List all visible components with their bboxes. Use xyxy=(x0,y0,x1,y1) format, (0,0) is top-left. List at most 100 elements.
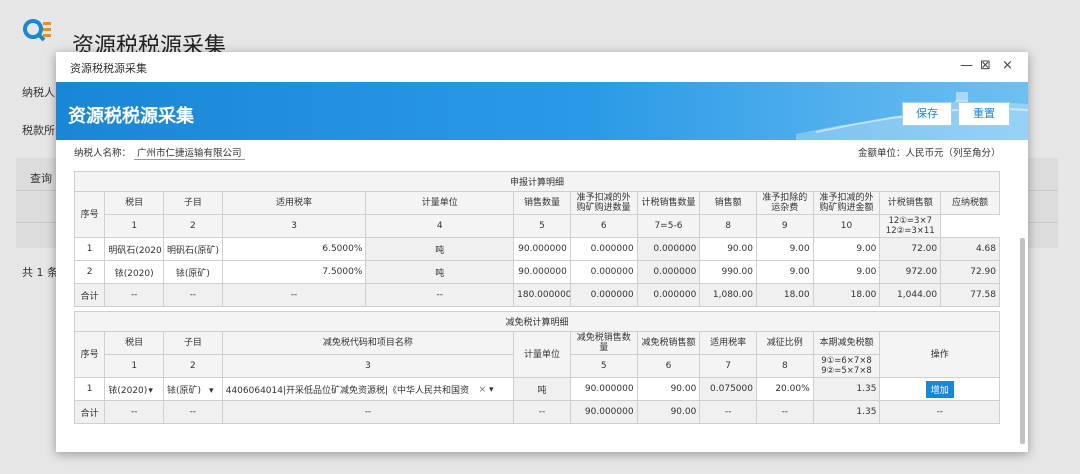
item-select-value: 铱(2020) xyxy=(108,385,148,396)
col-index: 9①=6×7×8 9②=5×7×8 xyxy=(812,354,881,378)
cell: 77.58 xyxy=(940,283,1000,307)
col-index: 5 xyxy=(513,214,571,238)
dialog-title: 资源税税源采集 xyxy=(70,62,147,75)
exempt-section-row: 减免税计算明细 xyxy=(74,311,1000,332)
cell: -- xyxy=(365,283,515,307)
banner-title: 资源税税源采集 xyxy=(68,106,194,127)
col-index: 12①=3×7 12②=3×11 xyxy=(879,214,942,238)
col-header: 适用税率 xyxy=(699,331,757,355)
cell: 2 xyxy=(73,260,106,284)
add-button[interactable]: 增加 xyxy=(925,380,954,398)
col-header: 减免税销售额 xyxy=(636,331,701,355)
col-index: 3 xyxy=(221,354,515,378)
col-header: 减免税销售数量 xyxy=(569,331,638,355)
cell: 1,044.00 xyxy=(879,283,942,307)
col-header: 序号 xyxy=(73,331,106,378)
cell: 铱(原矿) xyxy=(163,260,223,284)
total-row: 合计 -- -- -- -- 180.000000 0.000000 0.000… xyxy=(73,283,1000,307)
bg-tax-office-label: 税款所 xyxy=(22,124,55,137)
freight-input[interactable]: 9.00 xyxy=(755,237,814,261)
calc-section-row: 申报计算明细 xyxy=(74,171,1000,192)
col-header: 销售数量 xyxy=(513,191,571,215)
purchase-amount-input[interactable]: 9.00 xyxy=(812,260,881,284)
ratio-input[interactable]: 20.00% xyxy=(755,377,814,401)
col-header: 操作 xyxy=(879,331,1000,378)
col-index: 2 xyxy=(163,214,223,238)
cell: 铱(2020) xyxy=(104,260,165,284)
item-select[interactable]: 铱(2020)▾ xyxy=(104,377,165,401)
cell: 0.000000 xyxy=(636,237,701,261)
amount-unit: 金额单位：人民币元（列至角分） xyxy=(858,148,1001,159)
cell: 1.35 xyxy=(812,400,881,424)
col-index: 5 xyxy=(569,354,638,378)
exempt-amount-input[interactable]: 90.00 xyxy=(636,377,701,401)
subitem-select-value: 铱(原矿) xyxy=(167,385,202,396)
col-header: 销售额 xyxy=(699,191,757,215)
bg-total-count: 共 1 条 xyxy=(22,266,58,279)
cell: 0.000000 xyxy=(636,260,701,284)
maximize-icon[interactable]: ⊠ xyxy=(980,58,991,73)
cell: 180.000000 xyxy=(513,283,571,307)
purchase-qty-input[interactable]: 0.000000 xyxy=(569,237,638,261)
scrollbar[interactable] xyxy=(1020,238,1025,444)
cell: -- xyxy=(221,400,515,424)
sales-qty-input[interactable]: 90.000000 xyxy=(513,237,571,261)
cell: 72.90 xyxy=(940,260,1000,284)
exempt-section-title: 减免税计算明细 xyxy=(74,311,1000,332)
sales-amount-input[interactable]: 90.00 xyxy=(699,237,757,261)
calc-section-title: 申报计算明细 xyxy=(74,171,1000,192)
cell: 吨 xyxy=(365,237,515,261)
cell: 18.00 xyxy=(812,283,881,307)
calc-index-row: 1 2 3 4 5 6 7=5-6 8 9 10 12①=3×7 12②=3×1… xyxy=(75,214,1000,238)
sales-amount-input[interactable]: 990.00 xyxy=(699,260,757,284)
col-index: 3 xyxy=(221,214,367,238)
exempt-code-value: 4406064014|开采低品位矿减免资源税|《中华人民共和国资 xyxy=(225,385,470,396)
bg-taxpayer-label: 纳税人 xyxy=(22,86,55,99)
close-icon[interactable]: × xyxy=(1002,58,1013,73)
table-row: 1 铱(2020)▾ 铱(原矿) ▾ 4406064014|开采低品位矿减免资源税… xyxy=(73,377,1000,401)
table-row: 2 铱(2020) 铱(原矿) 7.5000% 吨 90.000000 0.00… xyxy=(73,260,1000,284)
exempt-code-select[interactable]: 4406064014|开采低品位矿减免资源税|《中华人民共和国资 × ▾ xyxy=(221,377,515,401)
resource-tax-dialog: 资源税税源采集 — ⊠ × 资源税税源采集 保存 重置 纳税人名称： 广州市仁捷… xyxy=(56,52,1028,452)
taxpayer-info: 纳税人名称： 广州市仁捷运输有限公司 xyxy=(74,145,245,160)
cell: -- xyxy=(163,400,223,424)
cell: 合计 xyxy=(73,283,106,307)
save-button[interactable]: 保存 xyxy=(902,102,952,126)
dialog-titlebar: 资源税税源采集 — ⊠ × xyxy=(56,52,1028,82)
taxpayer-name: 广州市仁捷运输有限公司 xyxy=(134,148,245,160)
col-header: 计量单位 xyxy=(513,331,571,378)
col-header: 计税销售额 xyxy=(879,191,942,215)
cell: 1 xyxy=(73,377,106,401)
table-row: 1 明矾石(2020 明矾石(原矿) 6.5000% 吨 90.000000 0… xyxy=(73,237,1000,261)
chevron-down-icon: ▾ xyxy=(209,385,214,396)
sales-qty-input[interactable]: 90.000000 xyxy=(513,260,571,284)
taxpayer-label: 纳税人名称： xyxy=(74,148,132,159)
cell: -- xyxy=(104,400,165,424)
reset-button[interactable]: 重置 xyxy=(958,102,1010,126)
col-header: 应纳税额 xyxy=(940,191,1000,215)
freight-input[interactable]: 9.00 xyxy=(755,260,814,284)
minimize-icon[interactable]: — xyxy=(960,58,973,73)
cell: -- xyxy=(755,400,814,424)
cell: 0.000000 xyxy=(569,283,638,307)
subitem-select[interactable]: 铱(原矿) ▾ xyxy=(163,377,223,401)
col-header: 税目 xyxy=(104,191,165,215)
clear-icon[interactable]: × xyxy=(479,385,487,395)
purchase-qty-input[interactable]: 0.000000 xyxy=(569,260,638,284)
calc-detail-table: 申报计算明细 序号 税目 子目 适用税率 计量单位 销售数量 准予扣减的外购矿购… xyxy=(73,171,1000,307)
cell: 0.075000 xyxy=(699,377,757,401)
chevron-down-icon: ▾ xyxy=(148,385,153,396)
cell: -- xyxy=(221,283,367,307)
col-index: 9 xyxy=(755,214,814,238)
col-index: 2 xyxy=(163,354,223,378)
cell: 明矾石(原矿) xyxy=(163,237,223,261)
chevron-down-icon: ▾ xyxy=(489,384,494,395)
purchase-amount-input[interactable]: 9.00 xyxy=(812,237,881,261)
cell: 72.00 xyxy=(879,237,942,261)
cell: 0.000000 xyxy=(636,283,701,307)
exempt-qty-input[interactable]: 90.000000 xyxy=(569,377,638,401)
cell: 1 xyxy=(73,237,106,261)
col-index: 4 xyxy=(365,214,515,238)
col-header: 适用税率 xyxy=(221,191,367,215)
col-header: 序号 xyxy=(73,191,106,238)
